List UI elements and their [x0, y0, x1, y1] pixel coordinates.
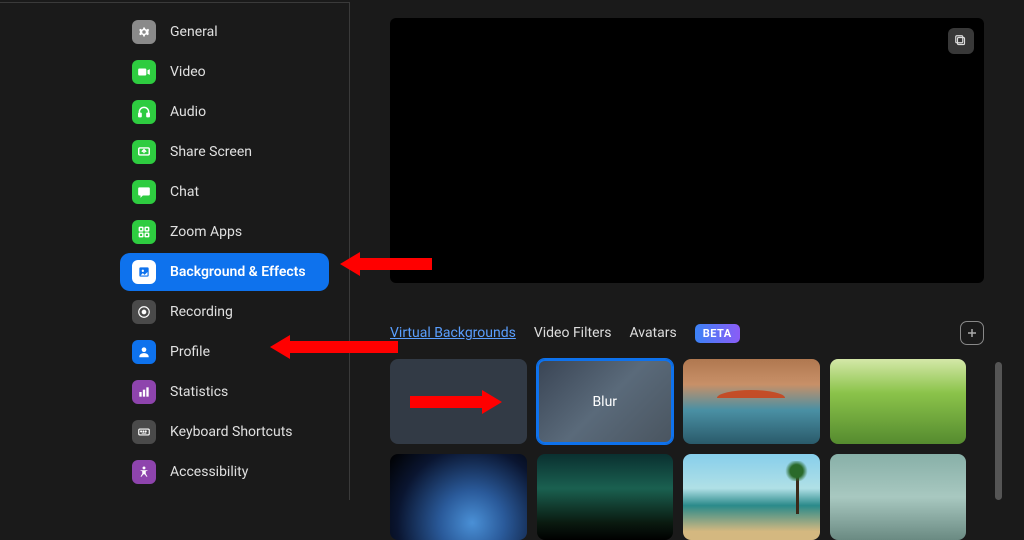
sidebar-item-label: Share Screen [170, 144, 252, 160]
sidebar-item-share-screen[interactable]: Share Screen [120, 133, 329, 171]
sidebar-item-recording[interactable]: Recording [120, 293, 329, 331]
headphones-icon [132, 100, 156, 124]
sidebar-item-label: Zoom Apps [170, 224, 242, 240]
sidebar-item-label: Video [170, 64, 206, 80]
gear-icon [132, 20, 156, 44]
sidebar-item-video[interactable]: Video [120, 53, 329, 91]
sidebar-item-label: Keyboard Shortcuts [170, 424, 293, 440]
keyboard-icon [132, 420, 156, 444]
sidebar-item-label: Statistics [170, 384, 228, 400]
profile-icon [132, 340, 156, 364]
sidebar-item-label: Chat [170, 184, 199, 200]
rotate-camera-button[interactable] [948, 28, 974, 54]
annotation-arrow [270, 335, 398, 359]
background-label: Blur [592, 394, 617, 410]
annotation-arrow [410, 390, 502, 414]
chat-icon [132, 180, 156, 204]
video-preview [390, 18, 984, 283]
sidebar-item-general[interactable]: General [120, 13, 329, 51]
sidebar-item-label: General [170, 24, 218, 40]
sidebar-item-label: Accessibility [170, 464, 248, 480]
background-grid: Blur [390, 359, 984, 540]
add-background-button[interactable] [960, 321, 984, 345]
share-icon [132, 140, 156, 164]
video-icon [132, 60, 156, 84]
sidebar-item-label: Audio [170, 104, 206, 120]
sidebar-item-background-effects[interactable]: Background & Effects [120, 253, 329, 291]
sidebar-item-label: Recording [170, 304, 233, 320]
apps-icon [132, 220, 156, 244]
background-option-earth[interactable] [390, 454, 527, 539]
background-option-aurora[interactable] [537, 454, 674, 539]
background-option-bridge[interactable] [683, 359, 820, 444]
sidebar-item-accessibility[interactable]: Accessibility [120, 453, 329, 491]
annotation-arrow [340, 252, 432, 276]
sidebar-item-statistics[interactable]: Statistics [120, 373, 329, 411]
sidebar-item-chat[interactable]: Chat [120, 173, 329, 211]
background-option-blur[interactable]: Blur [537, 359, 674, 444]
tab-virtual-backgrounds[interactable]: Virtual Backgrounds [390, 325, 516, 341]
stats-icon [132, 380, 156, 404]
record-icon [132, 300, 156, 324]
sidebar-item-zoom-apps[interactable]: Zoom Apps [120, 213, 329, 251]
background-option-window[interactable] [830, 454, 967, 539]
background-icon [132, 260, 156, 284]
settings-sidebar: General Video Audio Share Screen Chat Zo… [0, 2, 350, 500]
sidebar-item-keyboard-shortcuts[interactable]: Keyboard Shortcuts [120, 413, 329, 451]
sidebar-item-label: Profile [170, 344, 210, 360]
background-option-beach[interactable] [683, 454, 820, 539]
tab-avatars[interactable]: Avatars [629, 325, 676, 341]
background-option-grass[interactable] [830, 359, 967, 444]
tab-video-filters[interactable]: Video Filters [534, 325, 612, 341]
accessibility-icon [132, 460, 156, 484]
background-tabs: Virtual Backgrounds Video Filters Avatar… [390, 321, 984, 345]
main-panel: Virtual Backgrounds Video Filters Avatar… [350, 0, 1024, 500]
sidebar-item-audio[interactable]: Audio [120, 93, 329, 131]
scrollbar[interactable] [995, 362, 1002, 500]
sidebar-item-label: Background & Effects [170, 264, 306, 280]
beta-badge: BETA [695, 324, 740, 343]
